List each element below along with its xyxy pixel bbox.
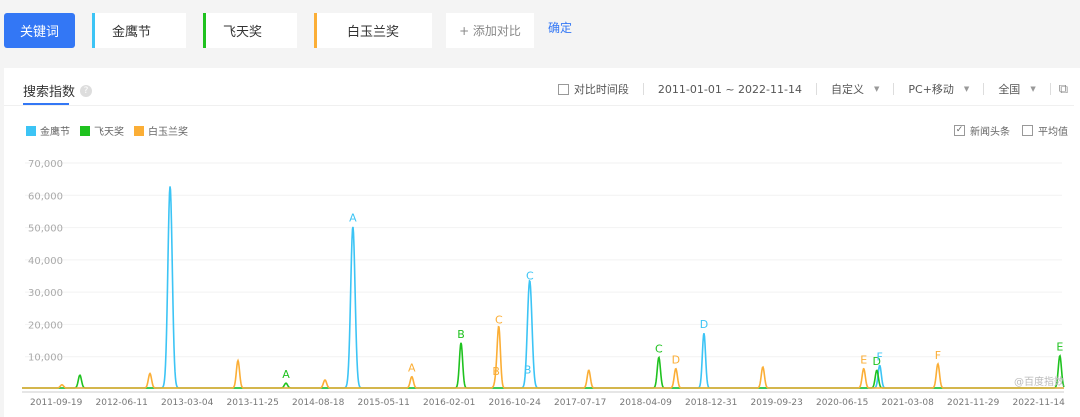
x-tick-label: 2018-04-09 — [619, 398, 672, 408]
news-annotation: E — [1056, 341, 1063, 354]
y-tick-label: 70,000 — [28, 159, 63, 170]
news-annotation: B — [492, 365, 500, 378]
series-line-白玉兰奖 — [22, 325, 1064, 389]
series-line-飞天奖 — [22, 342, 1065, 389]
news-annotation: B — [457, 328, 465, 341]
x-tick-label: 2020-06-15 — [816, 398, 869, 408]
news-annotation: D — [672, 354, 680, 367]
x-tick-label: 2014-08-18 — [292, 398, 345, 408]
watermark: @百度指数 — [1014, 377, 1064, 388]
y-tick-label: 60,000 — [28, 191, 63, 202]
y-tick-label: 50,000 — [28, 224, 63, 235]
x-axis-labels: 2011-09-19 2012-06-11 2013-03-04 2013-11-25… — [30, 398, 1065, 408]
news-annotation: B — [524, 363, 532, 376]
x-tick-label: 2018-12-31 — [685, 398, 738, 408]
x-tick-label: 2011-09-19 — [30, 398, 83, 408]
x-tick-label: 2017-07-17 — [554, 398, 607, 408]
news-annotation: D — [700, 318, 708, 331]
x-tick-label: 2012-06-11 — [95, 398, 148, 408]
series-line-金鹰节 — [22, 186, 1064, 389]
trend-chart: 70,000 60,000 50,000 40,000 30,000 20,000 10,0… — [22, 159, 1065, 393]
y-tick-label: 10,000 — [28, 353, 63, 364]
news-annotation: C — [655, 342, 663, 355]
news-annotation: A — [349, 212, 357, 225]
news-annotation: A — [282, 368, 290, 381]
y-tick-label: 40,000 — [28, 256, 63, 267]
x-tick-label: 2015-05-11 — [357, 398, 410, 408]
x-tick-label: 2021-11-29 — [947, 398, 1000, 408]
x-tick-label: 2021-03-08 — [881, 398, 934, 408]
news-annotation: A — [408, 362, 416, 375]
news-annotation: C — [526, 270, 534, 283]
news-annotation: F — [877, 350, 883, 363]
y-tick-label: 20,000 — [28, 320, 63, 331]
news-annotation: F — [935, 349, 941, 362]
x-tick-label: 2016-10-24 — [488, 398, 541, 408]
x-tick-label: 2013-11-25 — [226, 398, 279, 408]
x-tick-label: 2013-03-04 — [161, 398, 214, 408]
x-tick-label: 2019-09-23 — [750, 398, 803, 408]
x-tick-label: 2016-02-01 — [423, 398, 476, 408]
news-annotation: C — [495, 313, 503, 326]
news-annotation: E — [860, 354, 867, 367]
y-tick-label: 30,000 — [28, 288, 63, 299]
x-tick-label: 2022-11-14 — [1012, 398, 1065, 408]
